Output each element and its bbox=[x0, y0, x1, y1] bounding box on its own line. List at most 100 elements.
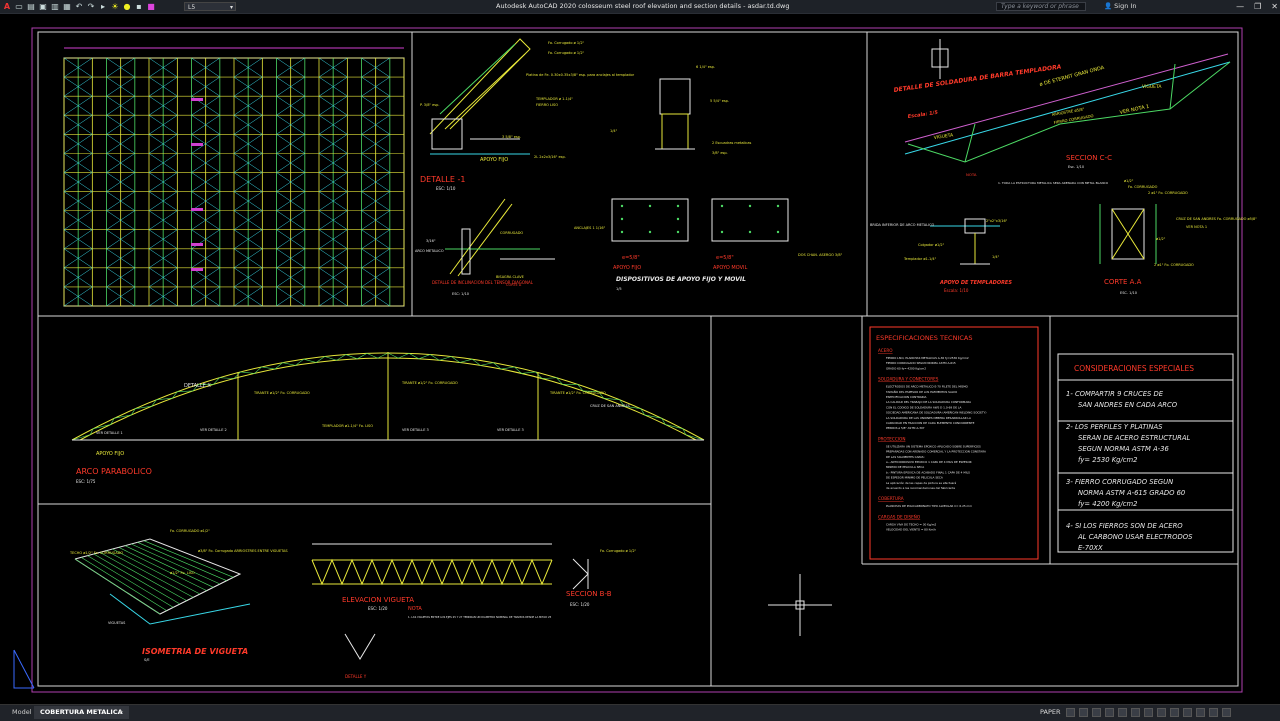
detalle-1-note: 3 5/8" esp. bbox=[502, 135, 521, 139]
isometria-label: VIGUETAS bbox=[108, 621, 126, 625]
saveas-icon[interactable]: ▥ bbox=[50, 2, 60, 11]
consideracion-line: E-70XX bbox=[1078, 544, 1103, 552]
apoyo-section-label: 1/4" bbox=[610, 129, 618, 133]
lightbulb-icon[interactable]: ● bbox=[122, 2, 132, 11]
apoyo-movil-label: APOYO MOVIL bbox=[713, 265, 747, 271]
consideracion-line: 3- FIERRO CORRUGADO SEGUN bbox=[1066, 478, 1173, 486]
lock-icon[interactable]: ▪ bbox=[134, 2, 144, 11]
spec-line: MINIMO DE PELICULA SECA bbox=[886, 465, 924, 469]
seccion-bb-label: Fo. Corrugado ø 1/2" bbox=[600, 549, 637, 553]
close-button[interactable]: ✕ bbox=[1271, 0, 1278, 13]
corte-aa-label: ø1/2" bbox=[1124, 179, 1134, 183]
elevacion-title: ELEVACION VIGUETA bbox=[342, 596, 414, 604]
bolt-mark bbox=[677, 218, 679, 220]
new-icon[interactable]: ▭ bbox=[14, 2, 24, 11]
sign-in-button[interactable]: 👤 Sign In bbox=[1104, 1, 1136, 12]
templador-label: VER DETALLE 2 bbox=[200, 428, 227, 432]
seccion-cc bbox=[905, 39, 1230, 162]
tab-model[interactable]: Model bbox=[6, 706, 38, 719]
window-title: Autodesk AutoCAD 2020 colosseum steel ro… bbox=[496, 1, 789, 12]
detalle-y-title: DETALLE Y bbox=[345, 674, 367, 679]
open-icon[interactable]: ▤ bbox=[26, 2, 36, 11]
consideraciones-list: 1- COMPARTIR 9 CRUCES DESAN ANDRES EN CA… bbox=[1058, 390, 1233, 552]
bolt-mark bbox=[677, 231, 679, 233]
arch-web-member bbox=[304, 359, 316, 362]
settings-icon[interactable] bbox=[1196, 708, 1205, 717]
cc-label: VIGUETA bbox=[1142, 84, 1162, 90]
lineweight-icon[interactable] bbox=[1144, 708, 1153, 717]
undo-icon[interactable]: ↶ bbox=[74, 2, 84, 11]
plot-icon[interactable]: ▦ bbox=[62, 2, 72, 11]
seccion-cc-title: SECCION C-C bbox=[1066, 154, 1112, 162]
detalle-1-notes: Fo. Corrugado ø 1/2" Fo. Corrugado ø 1/2… bbox=[420, 41, 635, 159]
share-icon[interactable]: ▸ bbox=[98, 2, 108, 11]
otrack-icon[interactable] bbox=[1131, 708, 1140, 717]
color-swatch-icon[interactable]: ■ bbox=[146, 2, 156, 11]
snap-icon[interactable] bbox=[1079, 708, 1088, 717]
consideracion-line: fy= 2530 Kg/cm2 bbox=[1078, 456, 1137, 464]
cc-label: NOTA bbox=[966, 172, 977, 177]
paper-space-toggle[interactable]: PAPER bbox=[1040, 706, 1061, 719]
arco-cruz: CRUZ DE SAN ANDRES bbox=[590, 404, 631, 408]
grid-icon[interactable] bbox=[1066, 708, 1075, 717]
inclinacion-label: CORTE A bbox=[506, 283, 522, 287]
plan-marker bbox=[191, 143, 203, 146]
spec-line: SE UTILIZARA UN SISTEMA EPOXICO APLICADO… bbox=[886, 444, 981, 448]
soldadura-title: DETALLE DE SOLDADURA DE BARRA TEMPLADORA bbox=[893, 63, 1062, 94]
apoyo-section-label: 6 1/4" esp. bbox=[696, 65, 715, 69]
elevacion-scale: ESC: 1/20 bbox=[368, 606, 388, 611]
arco-title: ARCO PARABOLICO bbox=[76, 467, 152, 476]
save-icon[interactable]: ▣ bbox=[38, 2, 48, 11]
status-icons bbox=[1066, 708, 1231, 717]
maximize-button[interactable]: ❐ bbox=[1254, 0, 1261, 13]
bolt-mark bbox=[777, 205, 779, 207]
spec-line: a.- ANTICORROSIVO EPOXICO 1 CAPA DE 4 MI… bbox=[886, 460, 972, 464]
menu-icon[interactable] bbox=[1222, 708, 1231, 717]
search-input[interactable]: Type a keyword or phrase bbox=[996, 2, 1086, 11]
spec-line: LA CALIDAD DEL TRABAJO DE LA SOLDADURA C… bbox=[886, 400, 971, 404]
corte-aa-label: CRUZ DE SAN ANDRES Fo. CORRUGADO ø5/8" bbox=[1176, 217, 1257, 221]
apoyo-section-label: 3/8" esp. bbox=[712, 151, 728, 155]
spec-line: PLANCHAS DE POLICARBONATO TIPO ALVEOLAR … bbox=[886, 504, 972, 508]
bolt-mark bbox=[621, 218, 623, 220]
app-menu-icon[interactable]: A bbox=[2, 2, 12, 11]
spec-line: SOCIEDAD AMERICANA DE SOLDADURA (AMERICA… bbox=[886, 411, 986, 415]
fullscreen-icon[interactable] bbox=[1209, 708, 1218, 717]
templadores-label: Colgador ø1/2" bbox=[918, 243, 945, 247]
drawing-canvas[interactable]: DETALLE -1 ESC: 1/10 APOYO FIJO Fo. Corr… bbox=[0, 14, 1280, 704]
spec-line: FIERRO CORRUGADO SEGUN NORMA ASTM A-615 bbox=[886, 361, 956, 365]
corte-aa-label: VER NOTA 1 bbox=[1186, 225, 1207, 229]
apoyo-section-label: DOS CHAN. ASERGO 3/8" bbox=[798, 253, 843, 257]
seccion-cc-scale: Esc. 1/10 bbox=[1068, 165, 1084, 169]
layer-dropdown[interactable]: L5▾ bbox=[184, 2, 236, 11]
arch-web-member bbox=[241, 372, 255, 373]
arco-scale: ESC: 1/75 bbox=[76, 479, 96, 484]
ortho-icon[interactable] bbox=[1092, 708, 1101, 717]
spec-heading: SOLDADURA Y CONECTORES bbox=[878, 377, 939, 382]
redo-icon[interactable]: ↷ bbox=[86, 2, 96, 11]
spec-line: de acuerdo a las recomendaciones del fab… bbox=[886, 486, 955, 490]
templadores-title: APOYO DE TEMPLADORES bbox=[939, 280, 1012, 286]
arch-web-member bbox=[93, 424, 111, 428]
minimize-button[interactable]: — bbox=[1236, 0, 1244, 13]
isometria-label: TECHO ø1/2" Fo. CORRUGADO bbox=[69, 551, 123, 555]
sun-icon[interactable]: ☀ bbox=[110, 2, 120, 11]
arco-apoyo: APOYO FIJO bbox=[96, 451, 124, 457]
transparency-icon[interactable] bbox=[1157, 708, 1166, 717]
osnap-icon[interactable] bbox=[1118, 708, 1127, 717]
bolt-mark bbox=[677, 205, 679, 207]
inclinacion-label: ARCO METALICO bbox=[415, 249, 444, 253]
window-controls: — ❐ ✕ bbox=[1236, 0, 1278, 13]
sign-in-label: Sign In bbox=[1114, 2, 1136, 10]
spec-line: CAPACIDAD EN TRACCION DE CADA ELEMENTO C… bbox=[886, 421, 975, 425]
add-layout-button[interactable]: + bbox=[112, 706, 129, 719]
annotation-icon[interactable] bbox=[1183, 708, 1192, 717]
polar-icon[interactable] bbox=[1105, 708, 1114, 717]
spec-line: CARGA VIVA DE TECHO = 30 Kg/m2 bbox=[886, 522, 936, 526]
iso-web-member bbox=[81, 557, 166, 610]
apoyo-fijo-label: APOYO FIJO bbox=[613, 265, 641, 271]
detalle-inclinacion bbox=[445, 199, 555, 276]
workspace-icon[interactable] bbox=[1170, 708, 1179, 717]
consideracion-line: AL CARBONO USAR ELECTRODOS bbox=[1077, 533, 1193, 541]
title-bar: A ▭ ▤ ▣ ▥ ▦ ↶ ↷ ▸ ☀ ● ▪ ■ L5▾ Autodesk A… bbox=[0, 0, 1280, 14]
